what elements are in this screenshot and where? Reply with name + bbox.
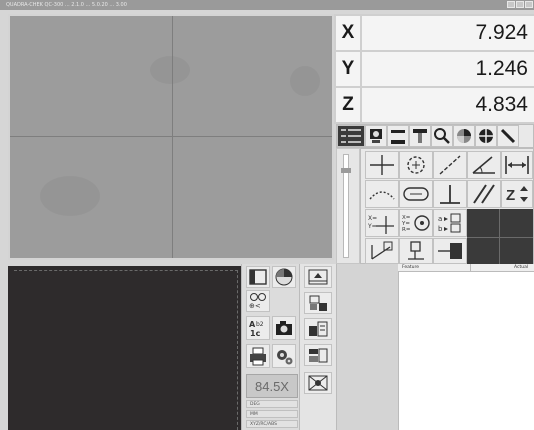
display-icon[interactable]: [409, 125, 431, 147]
pie-chart-icon[interactable]: [272, 266, 296, 288]
edge-probe-icon[interactable]: [433, 238, 467, 264]
surface-spot: [40, 176, 100, 216]
measure-toolbar: Z X= Y= X= Y= R= ab: [360, 148, 534, 267]
svg-text:Z: Z: [506, 187, 515, 204]
svg-text:b: b: [438, 225, 443, 233]
color-icon[interactable]: [453, 125, 475, 147]
top-toolbar: [336, 124, 534, 148]
svg-text:Y=: Y=: [367, 223, 377, 230]
crosshair-vertical: [172, 16, 173, 258]
tolerance-icon[interactable]: ⊕<: [246, 290, 270, 312]
mini-camera-preview: [467, 209, 533, 267]
auto-measure-icon[interactable]: [304, 372, 332, 394]
actual-column-header[interactable]: Actual: [514, 264, 528, 272]
export-icon[interactable]: [304, 344, 332, 366]
y-axis-value[interactable]: 1.246: [362, 52, 534, 86]
feature-list[interactable]: [398, 264, 534, 430]
column-divider[interactable]: [470, 264, 471, 272]
xy-origin-icon[interactable]: X= Y=: [365, 209, 399, 237]
svg-text:1c: 1c: [250, 329, 261, 338]
fixture-icon[interactable]: [304, 266, 332, 288]
preview-crosshair-v: [499, 209, 500, 267]
svg-text:R=: R=: [402, 227, 411, 233]
slot-icon[interactable]: [399, 180, 433, 208]
length-unit-field[interactable]: MM: [246, 410, 298, 418]
settings-gear-icon[interactable]: [272, 344, 296, 368]
feature-column-header[interactable]: Feature: [402, 264, 419, 272]
svg-text:X=: X=: [368, 215, 377, 222]
svg-text:b2: b2: [256, 321, 264, 328]
svg-text:a: a: [438, 215, 442, 223]
spacer-panel: [337, 264, 398, 430]
z-axis-label: Z: [336, 88, 360, 122]
window-title: QUADRA-CHEK QC-300 ... 2.1.0 ... 5.0.20 …: [6, 2, 127, 8]
skew-icon[interactable]: [365, 238, 399, 264]
xyr-icon[interactable]: X= Y= R=: [399, 209, 433, 237]
perpendicular-icon[interactable]: [433, 180, 467, 208]
svg-text:⊕<: ⊕<: [249, 302, 261, 310]
maximize-button[interactable]: [516, 1, 524, 8]
text-label-icon[interactable]: Ab2 1c: [246, 316, 270, 340]
light-slider-handle[interactable]: [341, 168, 351, 173]
print-icon[interactable]: [246, 344, 270, 368]
ab-icon[interactable]: ab: [433, 209, 467, 237]
close-button[interactable]: [525, 1, 533, 8]
window-layout-icon[interactable]: [246, 266, 270, 288]
y-axis-label: Y: [336, 52, 360, 86]
x-axis-value[interactable]: 7.924: [362, 16, 534, 50]
zoom-icon[interactable]: [431, 125, 453, 147]
zoom-level[interactable]: 84.5X: [246, 374, 298, 398]
surface-spot: [150, 56, 190, 84]
pen-icon[interactable]: [497, 125, 519, 147]
crosshair-icon[interactable]: [475, 125, 497, 147]
distance-icon[interactable]: [501, 151, 533, 179]
svg-text:A: A: [249, 320, 256, 329]
angle-icon[interactable]: [467, 151, 501, 179]
parallel-icon[interactable]: [467, 180, 501, 208]
line-icon[interactable]: [433, 151, 467, 179]
circle-icon[interactable]: [399, 151, 433, 179]
arc-icon[interactable]: [365, 180, 399, 208]
point-icon[interactable]: [365, 151, 399, 179]
part-view-boundary: [14, 270, 238, 430]
crosshair-horizontal: [10, 136, 332, 137]
z-axis-value[interactable]: 4.834: [362, 88, 534, 122]
x-axis-label: X: [336, 16, 360, 50]
move-icon[interactable]: [399, 238, 433, 264]
coordinate-mode-field[interactable]: XYZ/RC/ABS: [246, 420, 298, 428]
report-icon[interactable]: [304, 318, 332, 340]
list-icon[interactable]: [337, 125, 365, 147]
camera-view[interactable]: [8, 14, 334, 260]
angle-unit-field[interactable]: DEG: [246, 400, 298, 408]
z-height-icon[interactable]: Z: [501, 180, 533, 208]
minimize-button[interactable]: [507, 1, 515, 8]
program-step-icon[interactable]: [304, 292, 332, 314]
preview-crosshair-h: [467, 237, 533, 238]
camera-icon[interactable]: [272, 316, 296, 340]
surface-spot: [290, 66, 320, 96]
edge-tool-icon[interactable]: [387, 125, 409, 147]
probe-icon[interactable]: [365, 125, 387, 147]
